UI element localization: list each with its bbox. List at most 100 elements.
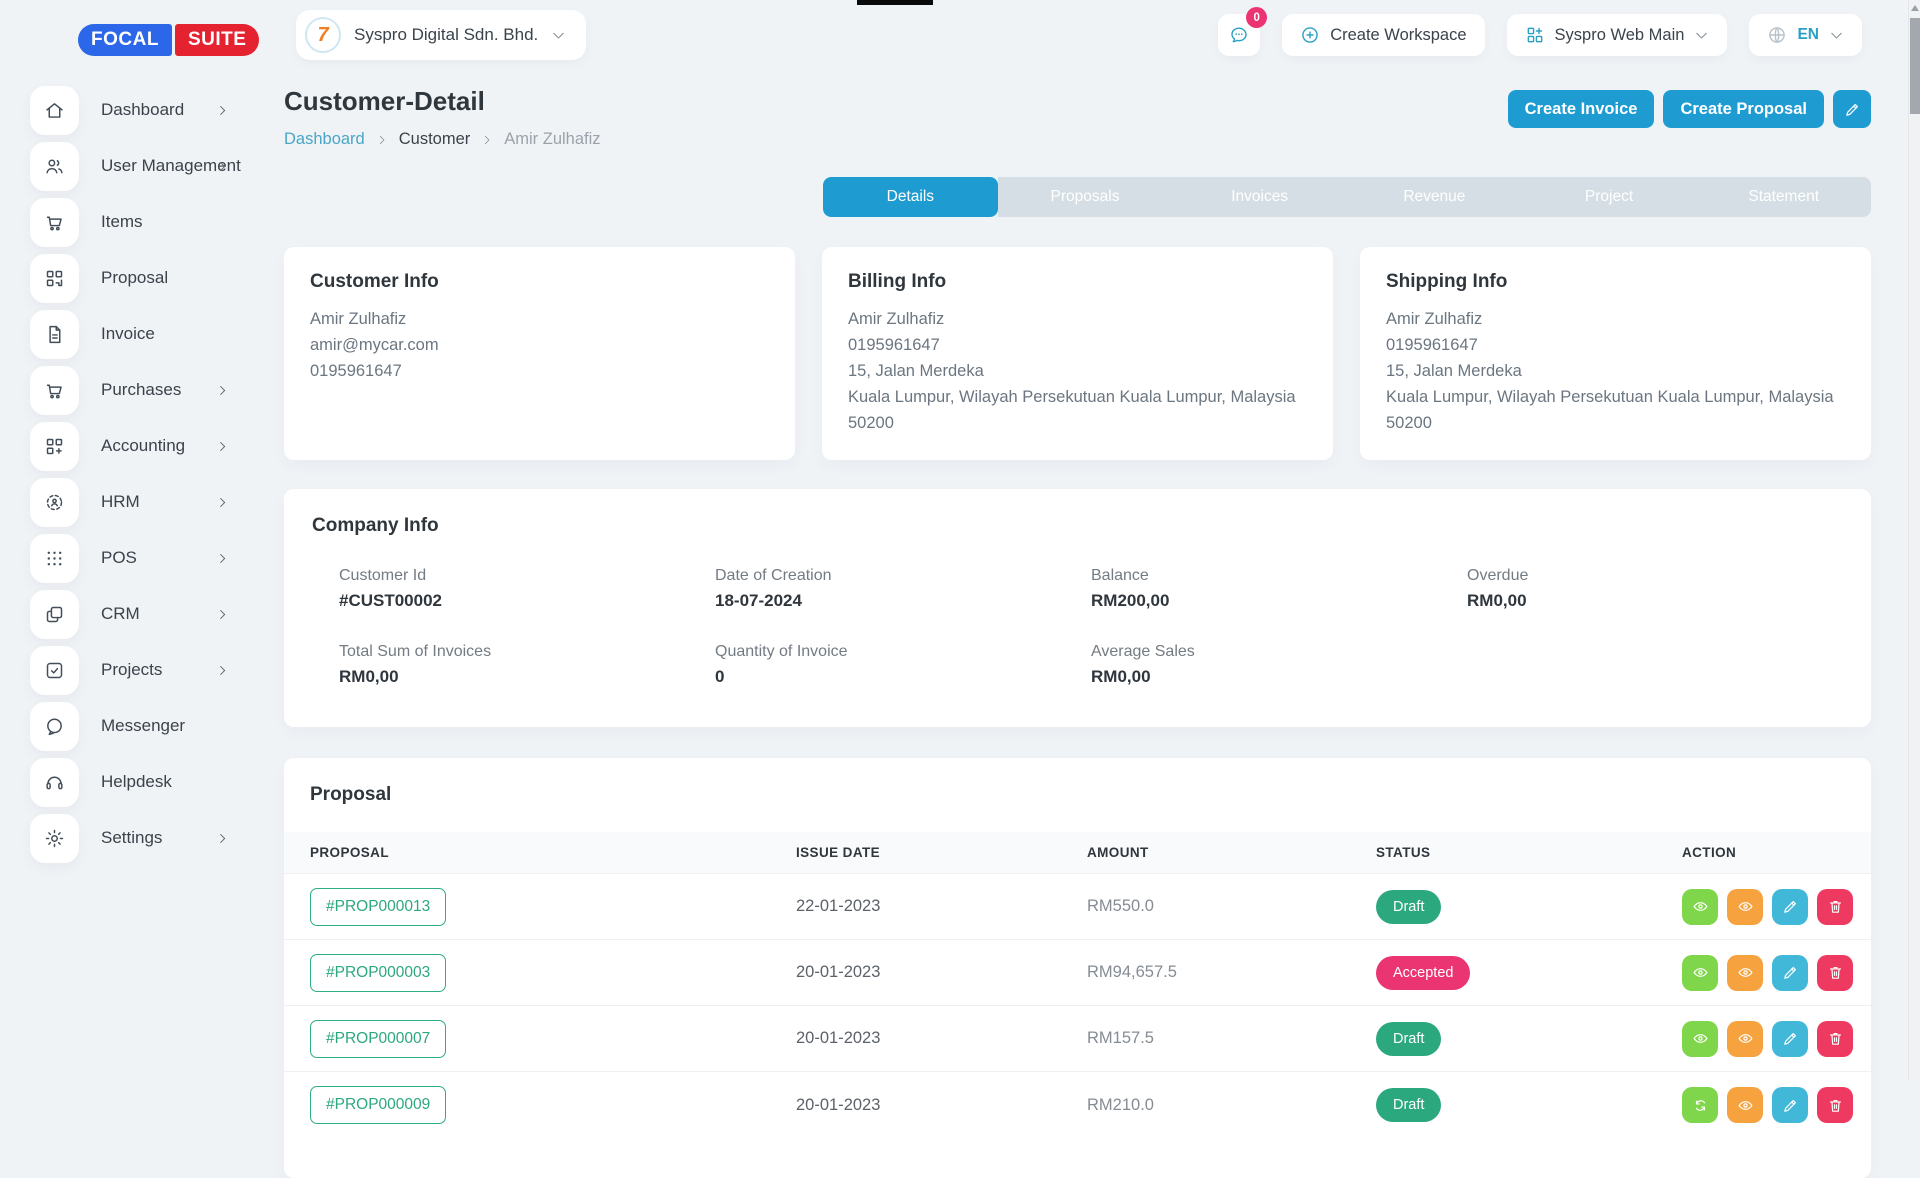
eye-action-button[interactable] <box>1682 1021 1718 1057</box>
chevron-down-icon <box>551 28 566 43</box>
scan-icon <box>30 478 79 527</box>
sidebar-item-dashboard[interactable]: Dashboard <box>0 82 284 138</box>
proposal-id-link[interactable]: #PROP000009 <box>310 1086 446 1124</box>
field-value: 0 <box>715 667 1091 687</box>
column-header-status: STATUS <box>1376 832 1682 874</box>
sidebar-item-label: Messenger <box>101 716 185 736</box>
sidebar-item-messenger[interactable]: Messenger <box>0 698 284 754</box>
field-label: Balance <box>1091 567 1467 585</box>
sidebar-item-user-management[interactable]: User Management <box>0 138 284 194</box>
language-selector[interactable]: EN <box>1749 14 1862 56</box>
workspace-selector[interactable]: 7 Syspro Digital Sdn. Bhd. <box>296 10 586 60</box>
eye-action-button[interactable] <box>1682 889 1718 925</box>
proposal-id-link[interactable]: #PROP000013 <box>310 888 446 926</box>
pencil-action-button[interactable] <box>1772 1087 1808 1123</box>
proposal-id-cell: #PROP000003 <box>284 940 796 1006</box>
company-field-customer-id: Customer Id#CUST00002 <box>339 567 715 611</box>
trash-action-button[interactable] <box>1817 889 1853 925</box>
field-value: RM0,00 <box>339 667 715 687</box>
page-title: Customer-Detail <box>284 86 601 117</box>
status-badge: Draft <box>1376 1022 1441 1056</box>
field-value: RM0,00 <box>1091 667 1467 687</box>
layers-icon <box>30 590 79 639</box>
create-invoice-button[interactable]: Create Invoice <box>1508 90 1655 128</box>
trash-action-button[interactable] <box>1817 955 1853 991</box>
chevron-right-icon <box>216 440 229 453</box>
eye-action-button[interactable] <box>1727 889 1763 925</box>
chat-icon <box>30 702 79 751</box>
topbar-right: 0 Create Workspace Syspro Web Main EN <box>1218 14 1862 56</box>
edit-customer-button[interactable] <box>1833 90 1871 128</box>
sidebar-item-hrm[interactable]: HRM <box>0 474 284 530</box>
sidebar-item-pos[interactable]: POS <box>0 530 284 586</box>
status-cell: Accepted <box>1376 940 1682 1006</box>
pencil-action-button[interactable] <box>1772 955 1808 991</box>
create-workspace-button[interactable]: Create Workspace <box>1282 14 1484 56</box>
chevron-right-icon <box>216 104 229 117</box>
trash-action-button[interactable] <box>1817 1021 1853 1057</box>
pencil-action-button[interactable] <box>1772 889 1808 925</box>
info-line: Amir Zulhafiz <box>310 306 769 332</box>
sidebar-item-projects[interactable]: Projects <box>0 642 284 698</box>
sidebar-nav: DashboardUser ManagementItemsProposalInv… <box>0 82 284 866</box>
pencil-action-button[interactable] <box>1772 1021 1808 1057</box>
chevron-right-icon <box>216 496 229 509</box>
proposal-table-header: PROPOSALISSUE DATEAMOUNTSTATUSACTION <box>284 832 1871 874</box>
proposal-id-link[interactable]: #PROP000003 <box>310 954 446 992</box>
proposal-id-link[interactable]: #PROP000007 <box>310 1020 446 1058</box>
sidebar-item-purchases[interactable]: Purchases <box>0 362 284 418</box>
page-actions: Create Invoice Create Proposal <box>1508 90 1871 128</box>
tab-details[interactable]: Details <box>823 177 998 217</box>
sidebar-item-helpdesk[interactable]: Helpdesk <box>0 754 284 810</box>
check-square-icon <box>30 646 79 695</box>
sidebar-item-crm[interactable]: CRM <box>0 586 284 642</box>
plus-circle-icon <box>1300 25 1320 45</box>
tab-statement[interactable]: Statement <box>1696 177 1871 217</box>
customer-info-card: Customer InfoAmir Zulhafizamir@mycar.com… <box>284 247 795 460</box>
page-scrollbar[interactable] <box>1908 0 1920 1080</box>
sidebar-item-settings[interactable]: Settings <box>0 810 284 866</box>
info-line: Kuala Lumpur, Wilayah Persekutuan Kuala … <box>848 384 1307 410</box>
breadcrumb-item-dashboard[interactable]: Dashboard <box>284 130 365 149</box>
eye-action-button[interactable] <box>1682 955 1718 991</box>
eye-action-button[interactable] <box>1727 1087 1763 1123</box>
proposal-id-cell: #PROP000007 <box>284 1006 796 1072</box>
tab-project[interactable]: Project <box>1522 177 1697 217</box>
chevron-right-icon <box>216 160 229 173</box>
globe-icon <box>1767 25 1787 45</box>
logo-suite: SUITE <box>175 24 259 56</box>
messenger-button[interactable]: 0 <box>1218 14 1260 56</box>
topbar: FOCAL SUITE 7 Syspro Digital Sdn. Bhd. 0… <box>0 0 1908 70</box>
amount-value: RM550.0 <box>1087 897 1154 915</box>
company-field-quantity-of-invoice: Quantity of Invoice0 <box>715 643 1091 687</box>
tab-proposals[interactable]: Proposals <box>998 177 1173 217</box>
status-cell: Draft <box>1376 1006 1682 1072</box>
breadcrumb-item-customer[interactable]: Customer <box>399 130 471 149</box>
tab-invoices[interactable]: Invoices <box>1172 177 1347 217</box>
eye-action-button[interactable] <box>1727 1021 1763 1057</box>
sidebar-item-label: Purchases <box>101 380 181 400</box>
sidebar-item-label: Settings <box>101 828 162 848</box>
chevron-down-icon <box>1829 28 1844 43</box>
sidebar-item-label: HRM <box>101 492 140 512</box>
chevron-right-icon <box>216 664 229 677</box>
app-selector[interactable]: Syspro Web Main <box>1507 14 1728 56</box>
sidebar-item-invoice[interactable]: Invoice <box>0 306 284 362</box>
scrollbar-thumb[interactable] <box>1910 18 1920 114</box>
qr-icon <box>30 254 79 303</box>
grid-plus-icon <box>30 422 79 471</box>
sidebar-item-accounting[interactable]: Accounting <box>0 418 284 474</box>
scroll-up-arrow[interactable] <box>1911 5 1919 11</box>
refresh-action-button[interactable] <box>1682 1087 1718 1123</box>
action-cell <box>1682 1006 1871 1072</box>
breadcrumb: DashboardCustomerAmir Zulhafiz <box>284 130 601 149</box>
trash-action-button[interactable] <box>1817 1087 1853 1123</box>
eye-action-button[interactable] <box>1727 955 1763 991</box>
tab-revenue[interactable]: Revenue <box>1347 177 1522 217</box>
field-value: 18-07-2024 <box>715 591 1091 611</box>
create-proposal-button[interactable]: Create Proposal <box>1663 90 1824 128</box>
sidebar-item-items[interactable]: Items <box>0 194 284 250</box>
sidebar-item-proposal[interactable]: Proposal <box>0 250 284 306</box>
language-code: EN <box>1797 26 1819 44</box>
proposal-id-cell: #PROP000013 <box>284 874 796 940</box>
